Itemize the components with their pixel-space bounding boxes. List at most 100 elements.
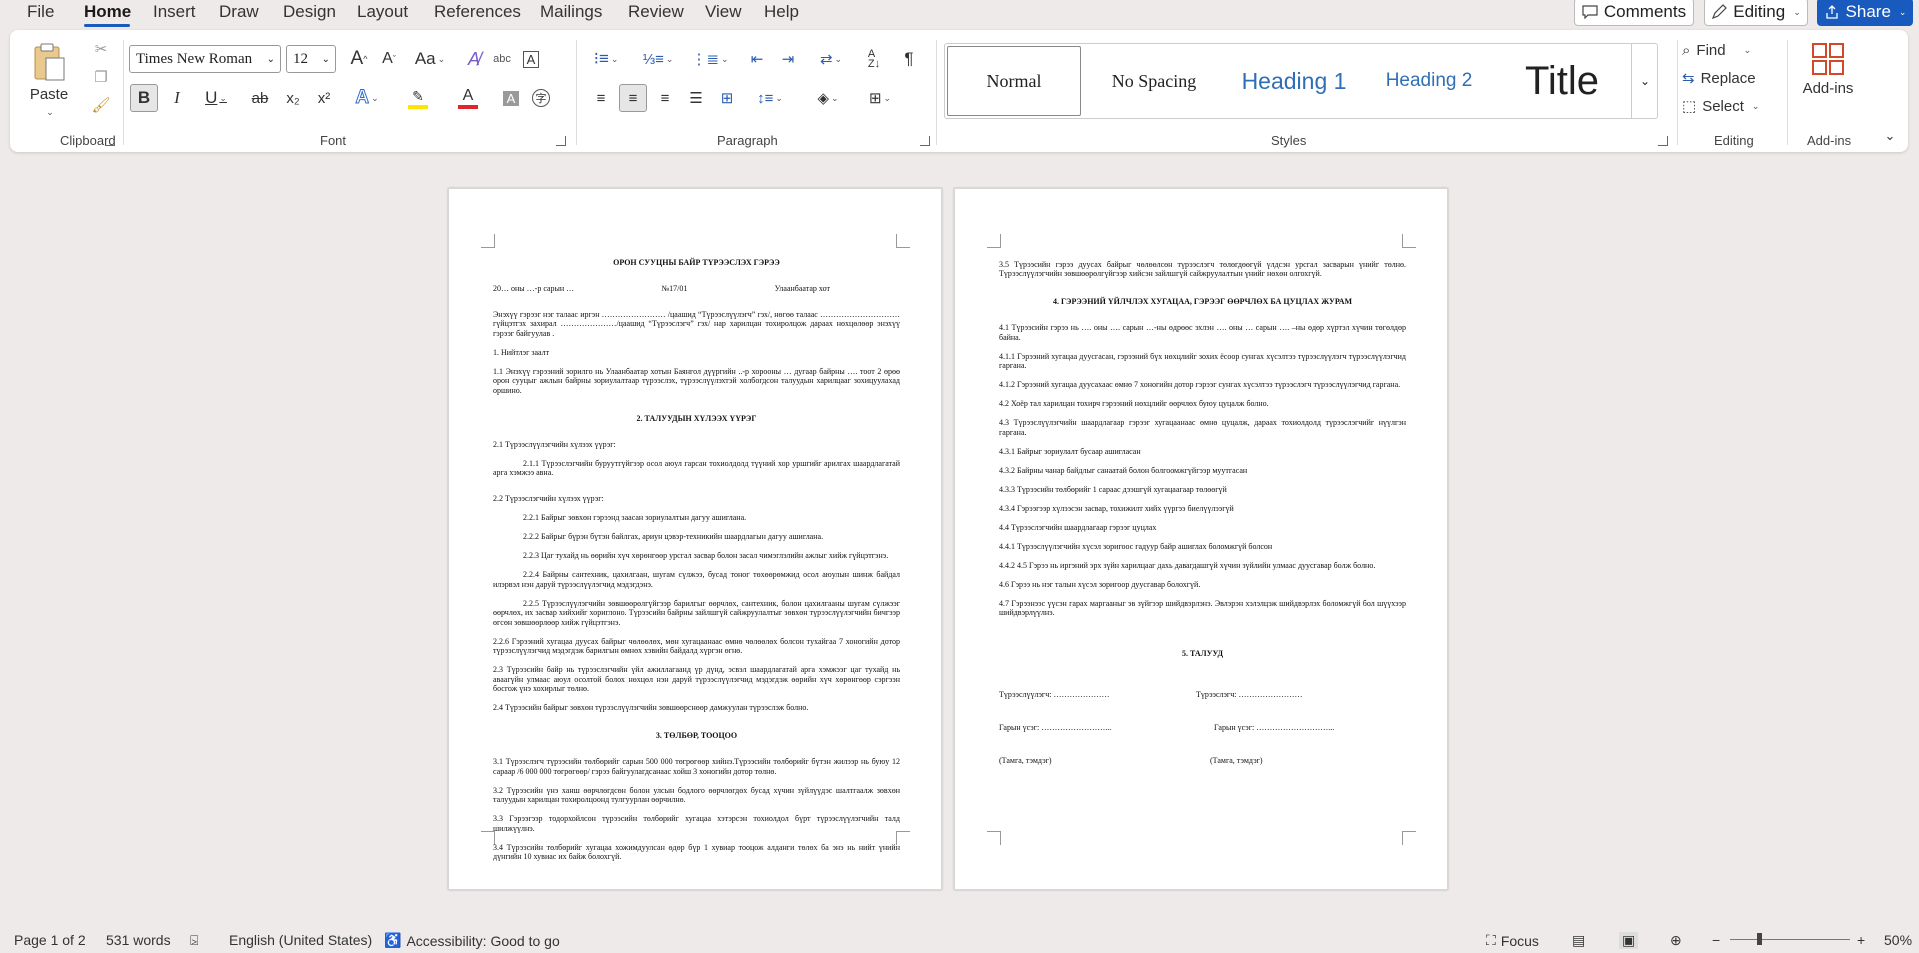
character-border-button[interactable]: A (518, 46, 544, 72)
focus-button[interactable]: ⛶ Focus (1486, 932, 1539, 949)
pencil-icon (1711, 4, 1728, 20)
tab-draw[interactable]: Draw (219, 2, 259, 22)
select-button[interactable]: ⬚ Select ⌄ (1682, 94, 1782, 118)
share-button[interactable]: Share ⌄ (1817, 0, 1913, 26)
font-size-combo[interactable]: 12 ⌄ (286, 45, 336, 73)
replace-button[interactable]: ⇆ Replace (1682, 66, 1782, 90)
tab-home[interactable]: Home (84, 2, 131, 22)
page-count[interactable]: Page 1 of 2 (14, 932, 86, 948)
line-spacing-button[interactable]: ↕≡ ⌄ (748, 84, 792, 112)
bold-button[interactable]: B (130, 84, 158, 112)
shading-button[interactable]: ◈ ⌄ (806, 84, 850, 112)
align-center-button[interactable]: ≡ (619, 84, 647, 112)
proofing-icon[interactable]: ⍄ (190, 932, 198, 949)
tab-file[interactable]: File (27, 2, 54, 22)
text-effects-button[interactable]: A ⌄ (346, 84, 388, 112)
styles-more-button[interactable]: ⌄ (1631, 43, 1658, 119)
paragraph: 4.3.4 Гэрээгээр хүлээсэн засвар, тохижил… (999, 503, 1234, 513)
clipboard-icon (32, 42, 66, 82)
zoom-in-icon[interactable]: + (1857, 932, 1865, 948)
justify-button[interactable]: ☰ (683, 84, 709, 112)
read-mode-icon[interactable]: ▤ (1572, 932, 1585, 949)
multilevel-list-button[interactable]: ⋮≣ ⌄ (688, 46, 732, 72)
clear-formatting-button[interactable]: A̸ (461, 46, 487, 72)
phonetic-guide-icon: abc (493, 53, 511, 65)
increase-indent-button[interactable]: ⇥ (775, 46, 801, 72)
decrease-indent-button[interactable]: ⇤ (744, 46, 770, 72)
format-painter-button[interactable]: 🖌 (90, 94, 112, 116)
chevron-down-icon: ⌄ (371, 92, 379, 103)
find-button[interactable]: ⌕ Find ⌄ (1682, 38, 1782, 62)
tab-insert[interactable]: Insert (153, 2, 196, 22)
style-heading-1[interactable]: Heading 1 (1227, 46, 1361, 116)
borders-button[interactable]: ⊞ ⌄ (858, 84, 902, 112)
collapse-ribbon-button[interactable]: ⌄ (1880, 126, 1900, 146)
cut-button[interactable]: ✂ (90, 38, 112, 60)
align-right-button[interactable]: ≡ (652, 84, 678, 112)
share-label: Share (1845, 2, 1891, 21)
paragraph: Энэхүү гэрээг нэг талаас иргэн …………………… … (493, 309, 900, 338)
section-heading: 4. ГЭРЭЭНИЙ ҮЙЛЧЛЭХ ХУГАЦАА, ГЭРЭЭГ ӨӨРЧ… (1052, 297, 1353, 306)
accessibility-status[interactable]: ♿ Accessibility: Good to go (384, 932, 560, 949)
align-center-icon: ≡ (628, 89, 638, 107)
superscript-button[interactable]: x² (311, 84, 337, 112)
text-direction-button[interactable]: ⇄ ⌄ (810, 46, 852, 72)
tab-mailings[interactable]: Mailings (540, 2, 602, 22)
gallery-more-icon: ⌄ (1639, 74, 1651, 88)
style-heading-2[interactable]: Heading 2 (1367, 46, 1491, 116)
editing-mode-button[interactable]: Editing ⌄ (1704, 0, 1808, 26)
zoom-thumb[interactable] (1757, 933, 1762, 945)
bullets-button[interactable]: ⁝≡ ⌄ (584, 46, 628, 72)
sort-button[interactable]: A Z↓ (860, 46, 888, 72)
font-name-combo[interactable]: Times New Roman ⌄ (129, 45, 281, 73)
style-no-spacing[interactable]: No Spacing (1087, 46, 1221, 116)
font-color-button[interactable]: A (446, 84, 490, 112)
font-launcher-icon[interactable] (556, 136, 566, 146)
language-status[interactable]: English (United States) (229, 932, 372, 948)
section-heading: 5. ТАЛУУД (1181, 649, 1224, 658)
align-left-button[interactable]: ≡ (588, 84, 614, 112)
print-layout-icon[interactable]: ▣ (1619, 932, 1639, 949)
tab-references[interactable]: References (434, 2, 521, 22)
tab-help[interactable]: Help (764, 2, 799, 22)
tab-review[interactable]: Review (628, 2, 684, 22)
character-shading-icon: A (502, 90, 520, 106)
grow-font-button[interactable]: A ^ (346, 46, 372, 72)
change-case-button[interactable]: Aa ⌄ (410, 46, 450, 72)
zoom-out-icon[interactable]: − (1712, 932, 1720, 948)
highlight-color-button[interactable]: ✎ (396, 84, 440, 112)
enclose-characters-button[interactable]: 字 (528, 84, 554, 112)
paragraph: 4.4.1 Түрээслүүлэгчийн хүсэл зоригоос га… (999, 541, 1273, 551)
clipboard-launcher-icon[interactable] (105, 136, 115, 146)
show-marks-button[interactable]: ¶ (896, 46, 922, 72)
accessibility-label: Accessibility: Good to go (406, 932, 560, 949)
shrink-font-button[interactable]: Aˇ (376, 46, 402, 72)
zoom-slider[interactable] (1730, 933, 1850, 945)
style-title[interactable]: Title (1497, 46, 1627, 116)
numbering-button[interactable]: ⅓≡ ⌄ (636, 46, 680, 72)
phonetic-guide-button[interactable]: abc (489, 46, 515, 72)
strikethrough-button[interactable]: ab (246, 84, 274, 112)
style-heading-1-label: Heading 1 (1241, 67, 1347, 94)
document-page-2[interactable]: 3.5 Түрээсийн гэрээ дуусах байрыг чөлөөл… (954, 188, 1448, 890)
character-shading-button[interactable]: A (498, 84, 524, 112)
distributed-button[interactable]: ⊞ (714, 84, 740, 112)
italic-button[interactable]: I (165, 84, 189, 112)
document-page-1[interactable]: ОРОН СУУЦНЫ БАЙР ТҮРЭЭСЛЭХ ГЭРЭЭ 20… оны… (448, 188, 942, 890)
tab-design[interactable]: Design (283, 2, 336, 22)
enclose-characters-icon: 字 (532, 89, 550, 107)
comments-button[interactable]: Comments (1574, 0, 1694, 26)
tab-layout[interactable]: Layout (357, 2, 408, 22)
zoom-level[interactable]: 50% (1884, 932, 1912, 948)
web-layout-icon[interactable]: ⊕ (1670, 932, 1682, 949)
tab-view[interactable]: View (705, 2, 742, 22)
word-count[interactable]: 531 words (106, 932, 171, 948)
styles-launcher-icon[interactable] (1658, 136, 1668, 146)
underline-button[interactable]: U ⌄ (196, 84, 236, 112)
style-normal[interactable]: Normal (947, 46, 1081, 116)
paste-button[interactable]: Paste ⌄ (26, 36, 72, 124)
subscript-button[interactable]: x₂ (280, 84, 306, 112)
add-ins-button[interactable]: Add-ins (1794, 36, 1862, 102)
paragraph-launcher-icon[interactable] (920, 136, 930, 146)
copy-button[interactable]: ❐ (90, 66, 112, 88)
